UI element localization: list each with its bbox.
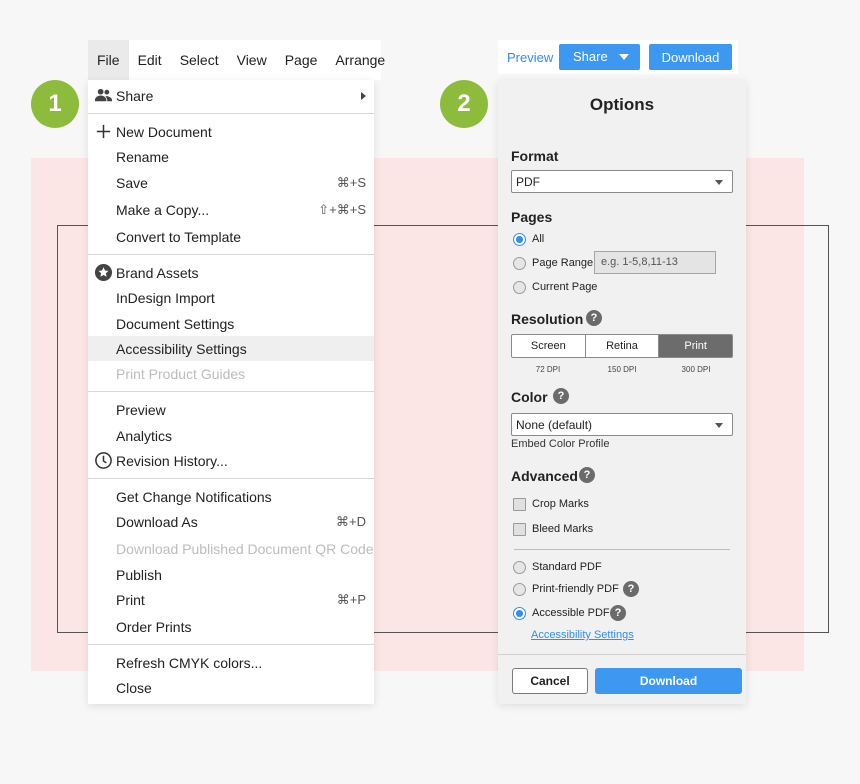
pages-all-radio[interactable]: All [513, 231, 544, 247]
top-toolbar: Preview Share Download [498, 40, 738, 74]
menu-file[interactable]: File [88, 40, 129, 80]
menu-item-brand-assets[interactable]: Brand Assets [88, 260, 374, 285]
help-icon[interactable]: ? [586, 310, 602, 326]
resolution-retina[interactable]: Retina [586, 335, 660, 357]
radio-selected-icon [513, 232, 526, 246]
menu-arrange[interactable]: Arrange [326, 40, 394, 80]
menu-item-download-qr-code: Download Published Document QR Code [116, 540, 374, 557]
menu-item-convert-to-template[interactable]: Convert to Template [88, 224, 374, 249]
menu-separator [88, 113, 374, 114]
menu-item-analytics[interactable]: Analytics [88, 423, 374, 448]
help-icon[interactable]: ? [623, 581, 639, 597]
menu-view[interactable]: View [228, 40, 276, 80]
menu-item-preview[interactable]: Preview [88, 397, 374, 422]
menu-item-indesign-import[interactable]: InDesign Import [88, 285, 374, 310]
bleed-marks-checkbox[interactable]: Bleed Marks [513, 521, 593, 537]
menu-separator [88, 478, 374, 479]
standard-pdf-radio[interactable]: Standard PDF [513, 559, 602, 575]
help-icon[interactable]: ? [553, 388, 569, 404]
panel-title: Options [589, 95, 655, 114]
color-heading: Color [511, 389, 548, 405]
shortcut-save: ⌘+S [336, 174, 366, 190]
pages-current-radio[interactable]: Current Page [513, 279, 597, 295]
preview-link[interactable]: Preview [507, 50, 553, 65]
menu-item-rename[interactable]: Rename [88, 144, 374, 169]
menu-item-save[interactable]: Save ⌘+S [88, 170, 374, 195]
plus-icon [96, 124, 111, 139]
caret-down-icon [715, 180, 723, 185]
radio-icon [513, 560, 526, 574]
radio-icon [513, 256, 526, 270]
step-badge-2: 2 [440, 80, 488, 128]
menu-item-new-document[interactable]: New Document [88, 119, 374, 144]
dpi-retina: 150 DPI [607, 365, 637, 374]
menu-separator [88, 644, 374, 645]
page-range-input[interactable]: e.g. 1-5,8,11-13 [594, 251, 716, 274]
radio-icon [513, 280, 526, 294]
toolbar-download-button[interactable]: Download [649, 44, 732, 70]
embed-color-profile-label: Embed Color Profile [511, 438, 610, 450]
pages-range-radio[interactable]: Page Range [513, 255, 593, 271]
menu-item-document-settings[interactable]: Document Settings [88, 311, 374, 336]
menu-item-download-as[interactable]: Download As ⌘+D [88, 509, 374, 534]
caret-down-icon [715, 423, 723, 428]
footer-divider [498, 654, 746, 655]
star-icon [94, 263, 113, 282]
menu-item-make-copy[interactable]: Make a Copy... ⇧+⌘+S [88, 197, 374, 222]
download-button[interactable]: Download [595, 668, 742, 694]
pages-heading: Pages [511, 209, 553, 225]
checkbox-icon [513, 522, 526, 536]
menu-item-get-change-notifications[interactable]: Get Change Notifications [88, 484, 374, 509]
dpi-screen: 72 DPI [535, 365, 561, 374]
share-button[interactable]: Share [559, 44, 640, 70]
accessibility-settings-link[interactable]: Accessibility Settings [531, 629, 634, 641]
color-select[interactable]: None (default) [511, 413, 733, 436]
menu-separator [88, 254, 374, 255]
dpi-print: 300 DPI [681, 365, 711, 374]
shortcut-download-as: ⌘+D [336, 513, 366, 529]
shortcut-make-copy: ⇧+⌘+S [318, 201, 366, 217]
advanced-heading: Advanced [511, 468, 578, 484]
file-menu-dropdown: Share New Document Rename Save ⌘+S Make … [88, 80, 374, 704]
caret-down-icon [619, 54, 629, 60]
download-options-panel: Options Format PDF Pages All Page Range … [498, 80, 746, 704]
print-friendly-pdf-radio[interactable]: Print-friendly PDF [513, 581, 619, 597]
menu-item-accessibility-settings[interactable]: Accessibility Settings [88, 336, 374, 361]
menu-page[interactable]: Page [276, 40, 327, 80]
help-icon[interactable]: ? [579, 467, 595, 483]
resolution-heading: Resolution [511, 311, 584, 327]
step-badge-1: 1 [31, 80, 79, 128]
section-divider [514, 549, 730, 550]
menu-item-close[interactable]: Close [88, 675, 374, 700]
cancel-button[interactable]: Cancel [512, 668, 588, 694]
menu-select[interactable]: Select [171, 40, 228, 80]
menu-item-revision-history[interactable]: Revision History... [88, 448, 374, 473]
menu-item-order-prints[interactable]: Order Prints [88, 614, 374, 639]
menu-separator [88, 391, 374, 392]
menu-item-print-product-guides: Print Product Guides [116, 365, 246, 382]
checkbox-icon [513, 497, 526, 511]
resolution-print[interactable]: Print [659, 335, 732, 357]
accessible-pdf-radio[interactable]: Accessible PDF [513, 605, 610, 621]
resolution-segmented-control: Screen Retina Print [511, 334, 733, 358]
menu-item-print[interactable]: Print ⌘+P [88, 587, 374, 612]
menu-item-refresh-cmyk[interactable]: Refresh CMYK colors... [88, 650, 374, 675]
submenu-arrow-icon [361, 92, 366, 100]
resolution-screen[interactable]: Screen [512, 335, 586, 357]
format-select[interactable]: PDF [511, 170, 733, 193]
clock-icon [95, 452, 112, 469]
people-icon [94, 88, 113, 102]
menu-item-share[interactable]: Share [88, 83, 374, 108]
menu-item-publish[interactable]: Publish [88, 562, 374, 587]
menu-edit[interactable]: Edit [129, 40, 171, 80]
help-icon[interactable]: ? [610, 605, 626, 621]
crop-marks-checkbox[interactable]: Crop Marks [513, 496, 589, 512]
format-heading: Format [511, 148, 559, 164]
shortcut-print: ⌘+P [336, 591, 366, 607]
radio-selected-icon [513, 606, 526, 620]
menu-bar: File Edit Select View Page Arrange [88, 40, 385, 80]
radio-icon [513, 582, 526, 596]
